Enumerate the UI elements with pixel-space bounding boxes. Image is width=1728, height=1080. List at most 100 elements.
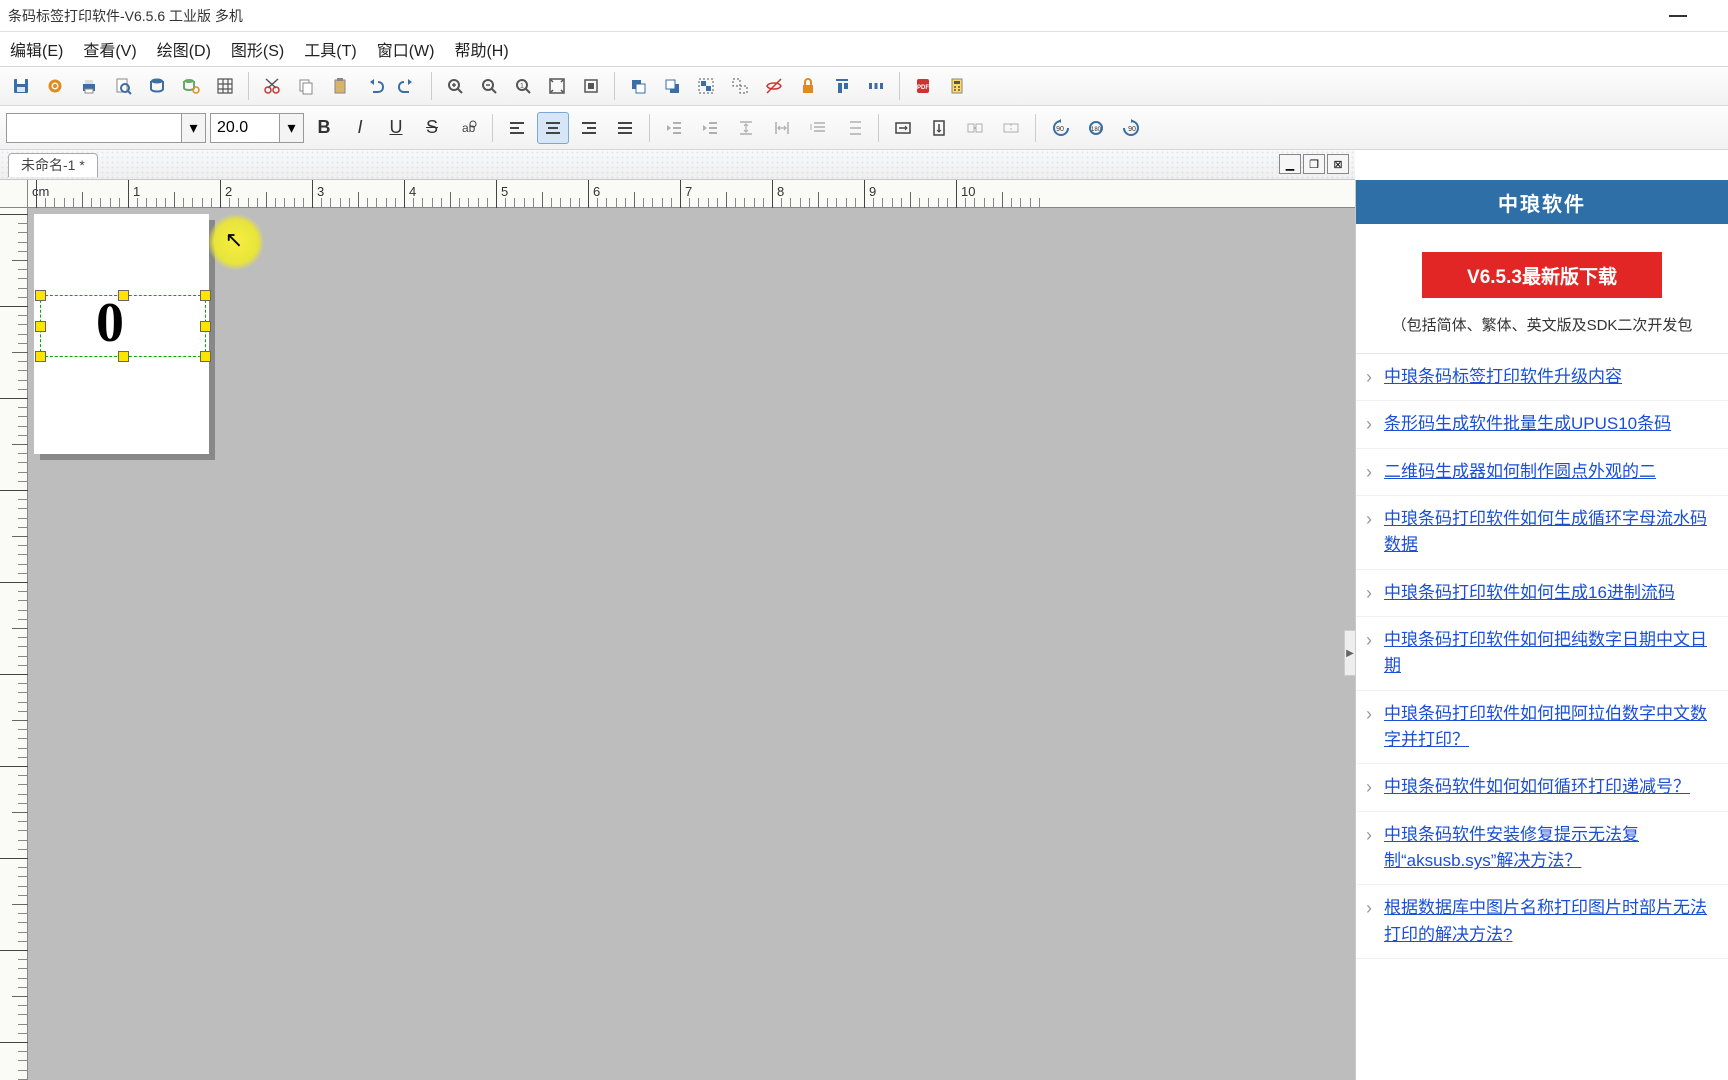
align-center-icon	[543, 118, 563, 138]
zoom-out-button[interactable]	[474, 71, 504, 101]
sidebar-link[interactable]: 中琅条码打印软件如何生成16进制流码	[1384, 583, 1675, 602]
send-back-button[interactable]	[657, 71, 687, 101]
gear-button[interactable]	[40, 71, 70, 101]
separator	[614, 72, 615, 100]
mdi-close-button[interactable]: ⊠	[1327, 154, 1349, 174]
sidebar-link-item: 中琅条码标签打印软件升级内容	[1356, 354, 1728, 401]
document-tab[interactable]: 未命名-1 *	[8, 153, 98, 177]
download-button-label: V6.5.3最新版下载	[1467, 262, 1617, 289]
separator	[649, 114, 650, 142]
resize-handle-n[interactable]	[118, 290, 129, 301]
sidebar-link[interactable]: 中琅条码打印软件如何把纯数字日期中文日期	[1384, 630, 1707, 675]
lsp-dec-icon	[808, 118, 828, 138]
underline-button[interactable]: U	[380, 112, 412, 144]
resize-handle-e[interactable]	[200, 321, 211, 332]
save-button[interactable]	[6, 71, 36, 101]
italic-button[interactable]: I	[344, 112, 376, 144]
chevron-down-icon[interactable]: ▾	[181, 114, 205, 142]
cut-icon	[262, 76, 282, 96]
copy-button[interactable]	[291, 71, 321, 101]
font-size-combo[interactable]: ▾	[210, 113, 304, 143]
char-map-button[interactable]: ab	[452, 112, 484, 144]
preview-button[interactable]	[108, 71, 138, 101]
menu-item[interactable]: 帮助(H)	[448, 33, 514, 65]
align-left-button[interactable]	[501, 112, 533, 144]
menu-item[interactable]: 图形(S)	[225, 33, 290, 65]
sidebar-link[interactable]: 中琅条码软件如何如何循环打印递减号？	[1384, 777, 1690, 796]
sidebar-link[interactable]: 中琅条码标签打印软件升级内容	[1384, 367, 1622, 386]
sidebar-link[interactable]: 二维码生成器如何制作圆点外观的二	[1384, 462, 1656, 481]
align-button[interactable]	[827, 71, 857, 101]
grid-button[interactable]	[210, 71, 240, 101]
chevron-down-icon[interactable]: ▾	[279, 114, 303, 142]
align-center-button[interactable]	[537, 112, 569, 144]
sidebar-link[interactable]: 中琅条码打印软件如何把阿拉伯数字中文数字并打印？	[1384, 704, 1707, 749]
print-button[interactable]	[74, 71, 104, 101]
redo-button[interactable]	[393, 71, 423, 101]
fit-page-button[interactable]	[542, 71, 572, 101]
zoom-fit-button[interactable]: 1	[508, 71, 538, 101]
format-toolbar: ▾ ▾ BIUSab 90 180 90	[0, 106, 1728, 150]
resize-handle-nw[interactable]	[35, 290, 46, 301]
menu-item[interactable]: 查看(V)	[77, 33, 142, 65]
menu-item[interactable]: 工具(T)	[298, 33, 362, 65]
menu-item[interactable]: 绘图(D)	[151, 33, 217, 65]
cut-button[interactable]	[257, 71, 287, 101]
mdi-restore-button[interactable]: ❐	[1303, 154, 1325, 174]
sidebar-link[interactable]: 条形码生成软件批量生成UPUS10条码	[1384, 414, 1671, 433]
sidebar-link[interactable]: 根据数据库中图片名称打印图片时部片无法打印的解决方法?	[1384, 898, 1707, 943]
menu-item[interactable]: 编辑(E)	[4, 33, 69, 65]
font-size-input[interactable]	[211, 114, 279, 142]
paste-button[interactable]	[325, 71, 355, 101]
rot-180-button[interactable]: 180	[1080, 112, 1112, 144]
vertical-ruler	[0, 208, 28, 1080]
rot-180-icon: 180	[1085, 117, 1107, 139]
db-button[interactable]	[142, 71, 172, 101]
app-title: 条码标签打印软件-V6.5.6 工业版 多机	[8, 6, 243, 26]
zoom-in-button[interactable]	[440, 71, 470, 101]
selected-text-object[interactable]: 0	[40, 295, 206, 357]
download-button[interactable]: V6.5.3最新版下载	[1422, 252, 1662, 298]
rot-90r-button[interactable]: 90	[1116, 112, 1148, 144]
lock-button[interactable]	[793, 71, 823, 101]
fit-width-button[interactable]	[576, 71, 606, 101]
sidebar-link-item: 中琅条码打印软件如何把纯数字日期中文日期	[1356, 617, 1728, 691]
align-right-button[interactable]	[573, 112, 605, 144]
sidebar-collapse-button[interactable]: ▶	[1344, 630, 1356, 676]
resize-handle-ne[interactable]	[200, 290, 211, 301]
calc-icon	[947, 76, 967, 96]
resize-handle-w[interactable]	[35, 321, 46, 332]
font-family-input[interactable]	[7, 114, 181, 142]
rot-90r-icon: 90	[1121, 117, 1143, 139]
mdi-minimize-button[interactable]: ▁	[1279, 154, 1301, 174]
sidebar-link-item: 中琅条码打印软件如何生成循环字母流水码数据	[1356, 496, 1728, 570]
pdf-button[interactable]: PDF	[908, 71, 938, 101]
print-icon	[79, 76, 99, 96]
resize-handle-s[interactable]	[118, 351, 129, 362]
resize-handle-se[interactable]	[200, 351, 211, 362]
menu-bar: 编辑(E)查看(V) 绘图(D)图形(S)工具(T) 窗口(W)帮助(H)	[0, 32, 1728, 66]
bold-button[interactable]: B	[308, 112, 340, 144]
bring-front-button[interactable]	[623, 71, 653, 101]
db-link-button[interactable]	[176, 71, 206, 101]
wrap-h-button[interactable]	[887, 112, 919, 144]
canvas-workspace[interactable]: cm 12345678910 0 ↖	[0, 180, 1355, 1080]
rot-90l-button[interactable]: 90	[1044, 112, 1076, 144]
ungroup-button[interactable]	[725, 71, 755, 101]
strike-button[interactable]: S	[416, 112, 448, 144]
distribute-button[interactable]	[861, 71, 891, 101]
calc-button[interactable]	[942, 71, 972, 101]
align-justify-button[interactable]	[609, 112, 641, 144]
undo-button[interactable]	[359, 71, 389, 101]
sidebar-link[interactable]: 中琅条码软件安装修复提示无法复制“aksusb.sys”解决方法？	[1384, 825, 1639, 870]
invisible-button[interactable]	[759, 71, 789, 101]
svg-text:90: 90	[1128, 126, 1136, 133]
sidebar-link[interactable]: 中琅条码打印软件如何生成循环字母流水码数据	[1384, 509, 1707, 554]
minimize-button[interactable]	[1658, 4, 1698, 28]
wrap-v-button[interactable]	[923, 112, 955, 144]
font-family-combo[interactable]: ▾	[6, 113, 206, 143]
resize-handle-sw[interactable]	[35, 351, 46, 362]
group-button[interactable]	[691, 71, 721, 101]
menu-item[interactable]: 窗口(W)	[371, 33, 441, 65]
lsp-dec-button	[802, 112, 834, 144]
